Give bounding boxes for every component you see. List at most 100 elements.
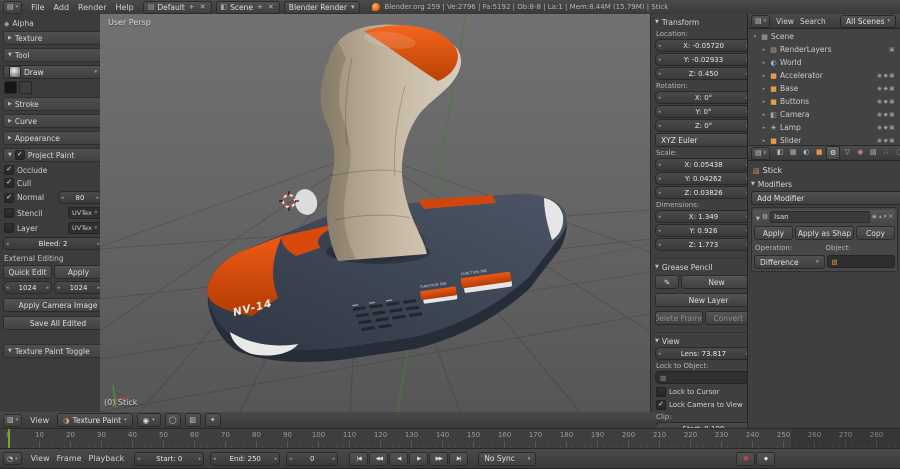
rotation-field[interactable]: X: 0° — [655, 91, 752, 104]
section-stroke[interactable]: Stroke — [3, 97, 103, 111]
location-field[interactable]: Y: -0.02933 — [655, 53, 752, 66]
lens-field[interactable]: Lens: 73.817 — [655, 347, 752, 360]
expand-icon[interactable]: ▸ — [761, 138, 767, 144]
visibility-toggles[interactable]: ◉◆▣ — [877, 125, 899, 131]
add-modifier-dropdown[interactable]: Add Modifier — [751, 191, 900, 205]
editor-type-button[interactable]: ▤ — [751, 15, 770, 28]
outliner-row[interactable]: ▸ Camera ◉◆▣ — [750, 108, 899, 121]
section-texture-paint-toggle[interactable]: Texture Paint Toggle — [3, 344, 103, 358]
visibility-toggles[interactable]: ◉◆▣ — [877, 112, 899, 118]
expand-icon[interactable]: ▸ — [761, 60, 767, 66]
viewport-canvas[interactable]: FUNCTION TAB FUNCTION TAB NV-14 — [100, 14, 650, 412]
expand-icon[interactable]: ▸ — [761, 86, 767, 92]
scale-field[interactable]: Y: 0.04262 — [655, 172, 752, 185]
outliner-row[interactable]: ▾ Scene — [750, 30, 899, 43]
add-scene-button[interactable]: + — [256, 3, 264, 11]
outliner-row[interactable]: ▸ Buttons ◉◆▣ — [750, 95, 899, 108]
brush-icon[interactable]: ✦ — [205, 413, 221, 427]
dimension-field[interactable]: Z: 1.773 — [655, 238, 752, 251]
quick-edit-button[interactable]: Quick Edit — [3, 265, 52, 279]
close-icon[interactable]: ✕ — [888, 214, 893, 220]
outliner-row[interactable]: ▸ RenderLayers ▣ — [750, 43, 899, 56]
visibility-toggles[interactable]: ▣ — [889, 47, 899, 53]
expand-icon[interactable]: ▸ — [761, 73, 767, 79]
boolean-object-field[interactable]: ▧ — [827, 255, 896, 268]
section-project-paint[interactable]: Project Paint — [3, 148, 103, 162]
render-engine-dropdown[interactable]: Blender Render ▾ — [284, 1, 361, 14]
menu-item[interactable]: Search — [800, 17, 826, 26]
rotation-field[interactable]: Z: 0° — [655, 119, 752, 132]
section-appearance[interactable]: Appearance — [3, 131, 103, 145]
properties-tab[interactable]: ▨ — [867, 146, 879, 158]
brush-circle-icon[interactable]: ◯ — [165, 413, 181, 427]
render-visibility-icon[interactable]: ◉ — [872, 214, 877, 220]
rotation-mode-dropdown[interactable]: XYZ Euler — [655, 133, 756, 147]
brush-selector[interactable]: Draw — [3, 65, 103, 79]
scale-field[interactable]: X: 0.05438 — [655, 158, 752, 171]
outliner-row[interactable]: ▸ Accelerator ◉◆▣ — [750, 69, 899, 82]
checkbox[interactable] — [4, 178, 14, 188]
apply-modifier-button[interactable]: Apply — [754, 226, 793, 240]
sync-mode-dropdown[interactable]: No Sync — [478, 452, 536, 466]
gp-convert-button[interactable]: Convert — [705, 311, 753, 325]
gp-new-button[interactable]: New — [681, 275, 752, 289]
outliner-row[interactable]: ▸ Slider ◉◆▣ — [750, 134, 899, 145]
visibility-toggles[interactable]: ◉◆▣ — [877, 99, 899, 105]
mode-dropdown[interactable]: ◑ Texture Paint — [57, 413, 132, 427]
keying-set-button[interactable]: ◆ — [756, 452, 775, 466]
current-frame-marker[interactable] — [8, 429, 10, 449]
checkbox[interactable] — [4, 193, 14, 203]
editor-type-button[interactable]: ◔ — [3, 452, 22, 465]
transport-button[interactable]: ◀◀ — [369, 452, 388, 466]
delete-scene-button[interactable]: ✕ — [267, 3, 275, 11]
shading-dropdown[interactable]: ◉ — [137, 413, 161, 427]
location-field[interactable]: X: -0.05720 — [655, 39, 752, 52]
menu-item[interactable]: View — [31, 454, 50, 463]
checkbox[interactable] — [4, 223, 14, 233]
gp-delete-frame-button[interactable]: Delete Frame — [655, 311, 703, 325]
location-field[interactable]: Z: 0.450 — [655, 67, 752, 80]
frame-start-field[interactable]: Start: 0 — [134, 452, 204, 466]
menu-item[interactable]: View — [776, 17, 794, 26]
checkbox[interactable] — [656, 387, 666, 397]
bleed-field[interactable]: Bleed: 2 — [3, 237, 103, 250]
scene-selector[interactable]: ◧ Scene + ✕ — [216, 1, 280, 14]
menu-item[interactable]: Playback — [89, 454, 125, 463]
outliner-row[interactable]: ▸ Lamp ◉◆▣ — [750, 121, 899, 134]
paint-option-row[interactable]: Occlude — [4, 165, 102, 175]
screen-layout-selector[interactable]: ▤ Default + ✕ — [143, 1, 212, 14]
menu-item[interactable]: File — [31, 3, 44, 12]
normal-strength-field[interactable]: 80 — [58, 191, 102, 204]
image-height-field[interactable]: 1024 — [54, 281, 103, 294]
section-tool[interactable]: Tool — [3, 48, 103, 62]
clear-icon[interactable]: ✕ — [94, 210, 98, 216]
lock-object-field[interactable]: ▧ — [655, 371, 752, 384]
grease-pencil-panel-header[interactable]: Grease Pencil — [655, 258, 752, 273]
modifier-header[interactable]: ⚙ Isan ◉ ▴ ▾ ✕ — [754, 210, 895, 224]
view-menu[interactable]: View — [30, 416, 49, 425]
menu-item[interactable]: Help — [116, 3, 134, 12]
checkbox[interactable] — [4, 165, 14, 175]
expand-icon[interactable] — [756, 213, 760, 222]
outliner-display-dropdown[interactable]: All Scenes — [840, 15, 896, 28]
dimension-field[interactable]: X: 1.349 — [655, 210, 752, 223]
transform-panel-header[interactable]: Transform — [655, 16, 752, 28]
expand-icon[interactable]: ▸ — [761, 99, 767, 105]
section-curve[interactable]: Curve — [3, 114, 103, 128]
apply-camera-image-button[interactable]: Apply Camera Image — [3, 298, 107, 312]
modifiers-panel-header[interactable]: Modifiers — [751, 178, 898, 190]
transport-button[interactable]: ▶▶ — [429, 452, 448, 466]
operation-dropdown[interactable]: Difference — [754, 255, 825, 269]
transport-button[interactable]: ▶ — [409, 452, 428, 466]
checkbox[interactable] — [656, 400, 666, 410]
project-paint-checkbox[interactable] — [15, 150, 25, 160]
visibility-toggles[interactable]: ◉◆▣ — [877, 86, 899, 92]
expand-icon[interactable]: ▸ — [761, 112, 767, 118]
outliner-row[interactable]: ▸ Base ◉◆▣ — [750, 82, 899, 95]
add-screen-button[interactable]: + — [188, 3, 196, 11]
apply-edit-button[interactable]: Apply — [54, 265, 103, 279]
rotation-field[interactable]: Y: 0° — [655, 105, 752, 118]
properties-tab[interactable]: ⚙ — [826, 146, 840, 160]
visibility-toggles[interactable]: ◉◆▣ — [877, 73, 899, 79]
grease-pencil-draw-button[interactable]: ✎ — [655, 275, 679, 289]
